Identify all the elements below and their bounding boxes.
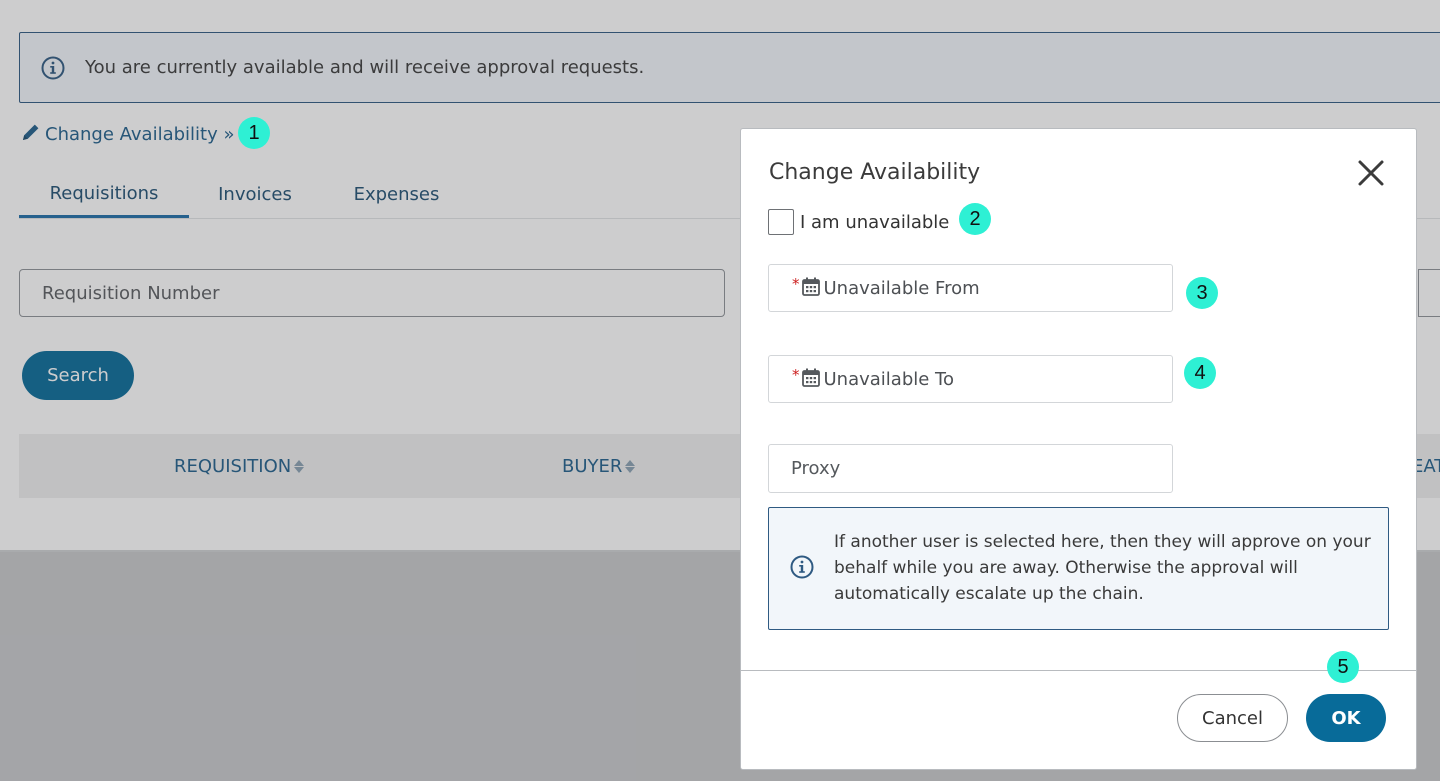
unavailable-from-field[interactable]: * Unavailable From <box>768 264 1173 312</box>
proxy-info-note: If another user is selected here, then t… <box>768 507 1389 630</box>
dialog-footer-divider <box>741 670 1416 671</box>
ok-button[interactable]: OK <box>1306 694 1386 742</box>
unavailable-from-label: Unavailable From <box>823 277 980 299</box>
close-button[interactable] <box>1353 155 1389 191</box>
unavailable-to-field[interactable]: * Unavailable To <box>768 355 1173 403</box>
unavailable-checkbox[interactable] <box>768 209 794 235</box>
calendar-icon <box>801 368 820 391</box>
step-marker-1: 1 <box>238 117 270 149</box>
change-availability-dialog: Change Availability I am unavailable * U… <box>740 128 1417 770</box>
proxy-info-text: If another user is selected here, then t… <box>834 532 1371 604</box>
required-indicator: * <box>792 275 800 293</box>
step-marker-4: 4 <box>1184 357 1216 389</box>
unavailable-to-label: Unavailable To <box>823 368 955 390</box>
unavailable-checkbox-label: I am unavailable <box>800 211 950 233</box>
calendar-icon <box>801 277 820 300</box>
step-marker-2: 2 <box>959 203 991 235</box>
step-marker-5: 5 <box>1327 651 1359 683</box>
close-icon <box>1358 160 1384 186</box>
unavailable-checkbox-row[interactable]: I am unavailable <box>768 208 949 236</box>
proxy-input[interactable] <box>768 444 1173 493</box>
step-marker-3: 3 <box>1186 277 1218 309</box>
info-icon <box>790 555 814 583</box>
dialog-title: Change Availability <box>769 160 981 185</box>
cancel-button[interactable]: Cancel <box>1177 694 1288 742</box>
required-indicator: * <box>792 366 800 384</box>
